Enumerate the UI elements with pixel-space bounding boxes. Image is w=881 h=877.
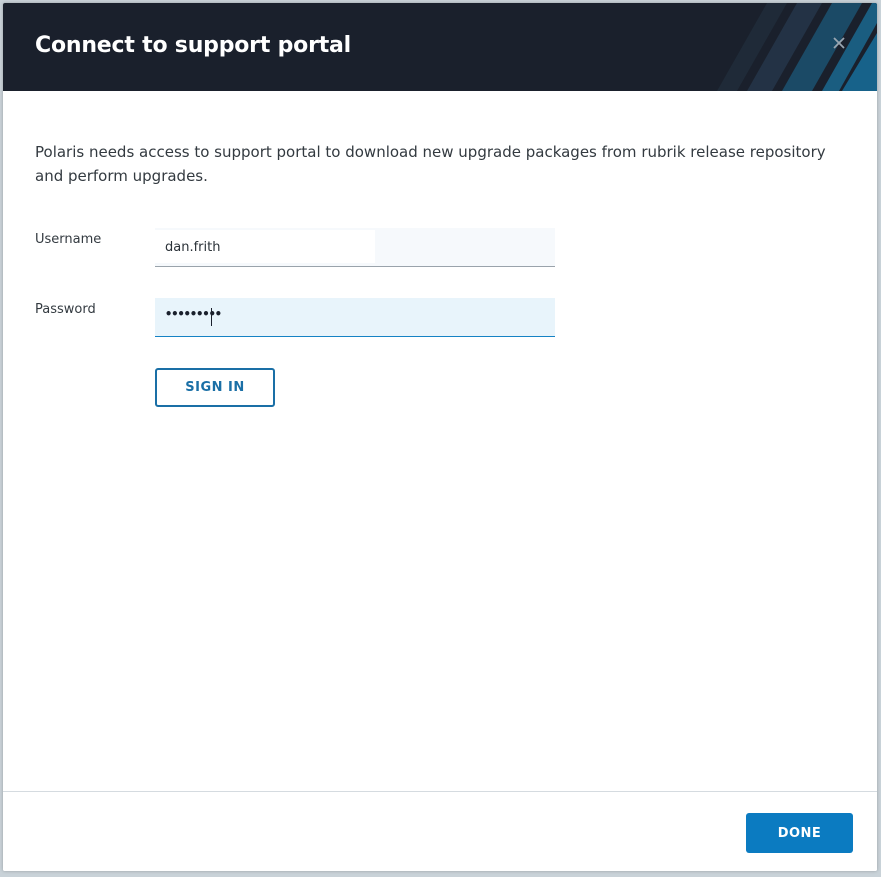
- close-button[interactable]: [829, 33, 849, 53]
- username-label: Username: [35, 232, 102, 247]
- dialog-header: Connect to support portal: [3, 3, 877, 91]
- username-field-wrapper: [155, 228, 555, 267]
- dialog-body: Polaris needs access to support portal t…: [3, 91, 877, 791]
- password-input[interactable]: •••••••••: [155, 298, 555, 337]
- sign-in-button[interactable]: SIGN IN: [155, 368, 275, 407]
- password-masked-value: •••••••••: [165, 307, 222, 321]
- password-label: Password: [35, 302, 96, 317]
- dialog-description: Polaris needs access to support portal t…: [35, 143, 826, 185]
- dialog-footer: DONE: [3, 791, 877, 871]
- done-button[interactable]: DONE: [746, 813, 853, 853]
- dialog-title: Connect to support portal: [35, 33, 352, 58]
- username-input[interactable]: [155, 228, 555, 266]
- connect-support-portal-dialog: Connect to support portal Polaris needs …: [3, 3, 877, 871]
- close-icon: [833, 37, 845, 49]
- text-cursor: [211, 308, 212, 326]
